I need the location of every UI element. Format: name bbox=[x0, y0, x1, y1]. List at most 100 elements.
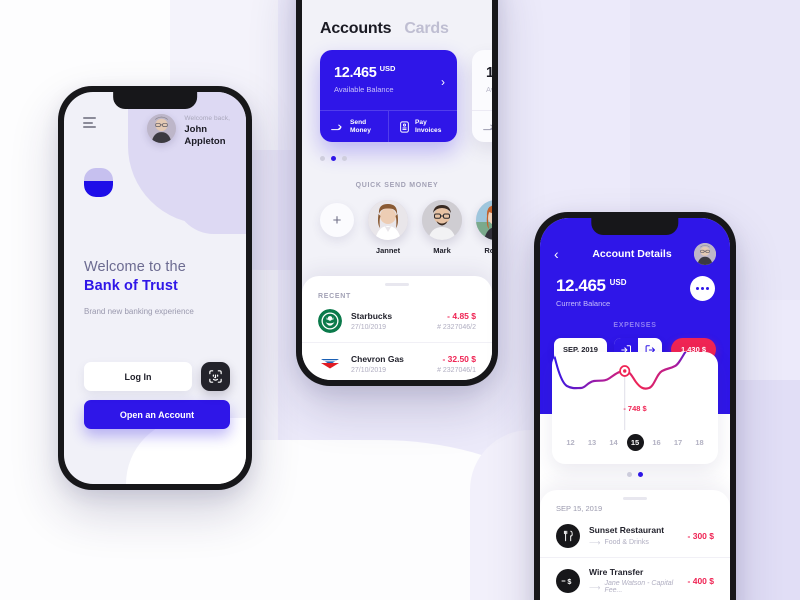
contact-name: Rosari bbox=[484, 246, 492, 255]
user-first-name: John bbox=[184, 124, 208, 135]
account-card-top: 12.465 USD Available Balance › bbox=[320, 50, 457, 110]
axis-tick[interactable]: 17 bbox=[670, 438, 687, 447]
carousel-pager[interactable] bbox=[320, 156, 347, 161]
transaction-name: Chevron Gas bbox=[351, 353, 404, 364]
phone-account-details-screen: ‹ Account Details 12.465 USD Current Bal… bbox=[534, 212, 736, 600]
pay-invoices-line2: Invoices bbox=[415, 126, 442, 134]
quick-send-title: QUICK SEND MONEY bbox=[355, 182, 439, 189]
avatar[interactable] bbox=[147, 114, 177, 143]
face-id-icon bbox=[209, 370, 222, 383]
contact-item[interactable]: Mark bbox=[422, 200, 462, 255]
axis-tick-selected[interactable]: 15 bbox=[626, 434, 644, 451]
pay-invoices-line1: Pay bbox=[415, 118, 427, 126]
send-money-button[interactable]: Send Money bbox=[320, 111, 388, 142]
recent-title: RECENT bbox=[318, 292, 351, 300]
chart-day-axis: 12 13 14 15 16 17 18 bbox=[562, 434, 708, 451]
avatar[interactable] bbox=[368, 200, 408, 240]
transaction-date: 27/10/2019 bbox=[351, 323, 387, 331]
hamburger-icon[interactable] bbox=[83, 117, 96, 131]
chevron-right-icon[interactable]: › bbox=[441, 76, 445, 88]
transaction-amount: - 32.50 $ bbox=[442, 353, 476, 364]
account-amount-secondary: 12 bbox=[486, 65, 492, 81]
tab-cards[interactable]: Cards bbox=[404, 20, 449, 38]
axis-tick[interactable]: 13 bbox=[584, 438, 601, 447]
account-card-secondary[interactable]: 12 Av bbox=[472, 50, 492, 142]
pager-dot-active[interactable] bbox=[331, 156, 336, 161]
welcome-heading-line1: Welcome to the bbox=[84, 259, 186, 275]
page-title: Account Details bbox=[592, 248, 672, 260]
user-last-name: Appleton bbox=[184, 135, 226, 147]
chevron-logo bbox=[318, 351, 342, 376]
back-button[interactable]: ‹ bbox=[554, 247, 570, 261]
sheet-grabber[interactable] bbox=[623, 497, 647, 500]
account-cards-carousel[interactable]: 12.465 USD Available Balance › Send Money bbox=[320, 50, 492, 144]
contact-item[interactable]: Rosari bbox=[476, 200, 492, 255]
welcome-action-row: Log In bbox=[84, 362, 230, 391]
contact-item[interactable]: Jannet bbox=[368, 200, 408, 255]
transaction-values: - 300 $ bbox=[688, 531, 714, 541]
add-contact-button[interactable]: + bbox=[320, 203, 354, 237]
pager-dot-active[interactable] bbox=[638, 472, 643, 477]
welcome-heading-line2: Bank of Trust bbox=[84, 278, 178, 294]
pager-dot[interactable] bbox=[320, 156, 325, 161]
avatar[interactable] bbox=[476, 200, 492, 240]
axis-tick[interactable]: 18 bbox=[691, 438, 708, 447]
table-row[interactable]: $ Wire Transfer ⟶ Jane Watson - Capital … bbox=[540, 557, 730, 600]
hamburger-line bbox=[83, 121, 93, 124]
expenses-chart-card[interactable]: - 748 $ 12 13 14 15 16 17 18 bbox=[552, 352, 718, 464]
current-balance-block: 12.465 USD Current Balance bbox=[556, 276, 627, 308]
open-account-button[interactable]: Open an Account bbox=[84, 400, 230, 429]
accounts-tabs: Accounts Cards bbox=[320, 20, 449, 38]
send-money-line1: Send bbox=[350, 118, 367, 126]
table-row[interactable]: Sunset Restaurant ⟶ Food & Drinks - 300 … bbox=[540, 515, 730, 557]
account-amount: 12.465 bbox=[334, 65, 377, 82]
transaction-amount: - 300 $ bbox=[687, 531, 714, 541]
welcome-back-label: Welcome back, bbox=[184, 115, 230, 122]
welcome-subtitle: Brand new banking experience bbox=[84, 307, 194, 316]
tab-accounts[interactable]: Accounts bbox=[320, 20, 392, 38]
balance-amount: 12.465 bbox=[556, 276, 606, 295]
avatar-image bbox=[147, 114, 177, 143]
pager-dot[interactable] bbox=[627, 472, 632, 477]
minus-dollar-glyph: $ bbox=[561, 577, 571, 586]
log-in-button[interactable]: Log In bbox=[84, 362, 192, 391]
avatar[interactable] bbox=[694, 243, 716, 265]
transaction-values: - 4.85 $ # 2327046/2 bbox=[437, 311, 476, 331]
send-money-button-secondary[interactable] bbox=[472, 111, 492, 142]
transaction-info: Chevron Gas 27/10/2019 bbox=[351, 354, 437, 374]
account-currency: USD bbox=[379, 64, 396, 73]
table-row[interactable]: Chevron Gas 27/10/2019 - 32.50 $ # 23270… bbox=[302, 341, 492, 381]
quick-send-contacts: + Jannet Mark R bbox=[320, 200, 492, 255]
account-card-primary[interactable]: 12.465 USD Available Balance › Send Money bbox=[320, 50, 457, 142]
balance-currency: USD bbox=[609, 277, 627, 287]
transaction-category-row: ⟶ Jane Watson - Capital Fee... bbox=[589, 580, 688, 594]
contact-name: Jannet bbox=[375, 246, 401, 255]
table-row[interactable]: Starbucks 27/10/2019 - 4.85 $ # 2327046/… bbox=[302, 300, 492, 342]
face-id-button[interactable] bbox=[201, 362, 230, 391]
axis-tick[interactable]: 12 bbox=[562, 438, 579, 447]
pager-dot[interactable] bbox=[342, 156, 347, 161]
send-arrow-icon bbox=[483, 124, 492, 130]
starbucks-logo bbox=[318, 308, 342, 333]
hamburger-line bbox=[83, 126, 96, 128]
transaction-info: Sunset Restaurant ⟶ Food & Drinks bbox=[589, 525, 688, 547]
arrow-right-icon: ⟶ bbox=[589, 582, 601, 592]
more-options-button[interactable] bbox=[690, 276, 715, 301]
avatar[interactable] bbox=[422, 200, 462, 240]
phone3-notch bbox=[591, 218, 679, 235]
transaction-name: Starbucks bbox=[351, 310, 393, 321]
phone2-screen: Accounts Cards 12.465 USD Available Balan… bbox=[302, 0, 492, 380]
avatar-image bbox=[422, 200, 462, 240]
recent-transactions-sheet: RECENT Starbucks 27/10/2019 - 4.85 $ # 2… bbox=[302, 276, 492, 380]
phone3-screen: ‹ Account Details 12.465 USD Current Bal… bbox=[540, 218, 730, 600]
pay-invoices-button[interactable]: Pay Invoices bbox=[388, 111, 457, 142]
welcome-user-block: Welcome back, John Appleton bbox=[147, 114, 230, 147]
axis-tick[interactable]: 14 bbox=[605, 438, 622, 447]
expenses-label: EXPENSES bbox=[613, 322, 657, 329]
axis-tick[interactable]: 16 bbox=[648, 438, 665, 447]
avatar-image bbox=[368, 200, 408, 240]
transaction-amount: - 400 $ bbox=[687, 575, 714, 586]
transaction-category: Food & Drinks bbox=[604, 539, 649, 546]
chart-pager[interactable] bbox=[540, 472, 730, 477]
phone-accounts-screen: Accounts Cards 12.465 USD Available Balan… bbox=[296, 0, 498, 386]
